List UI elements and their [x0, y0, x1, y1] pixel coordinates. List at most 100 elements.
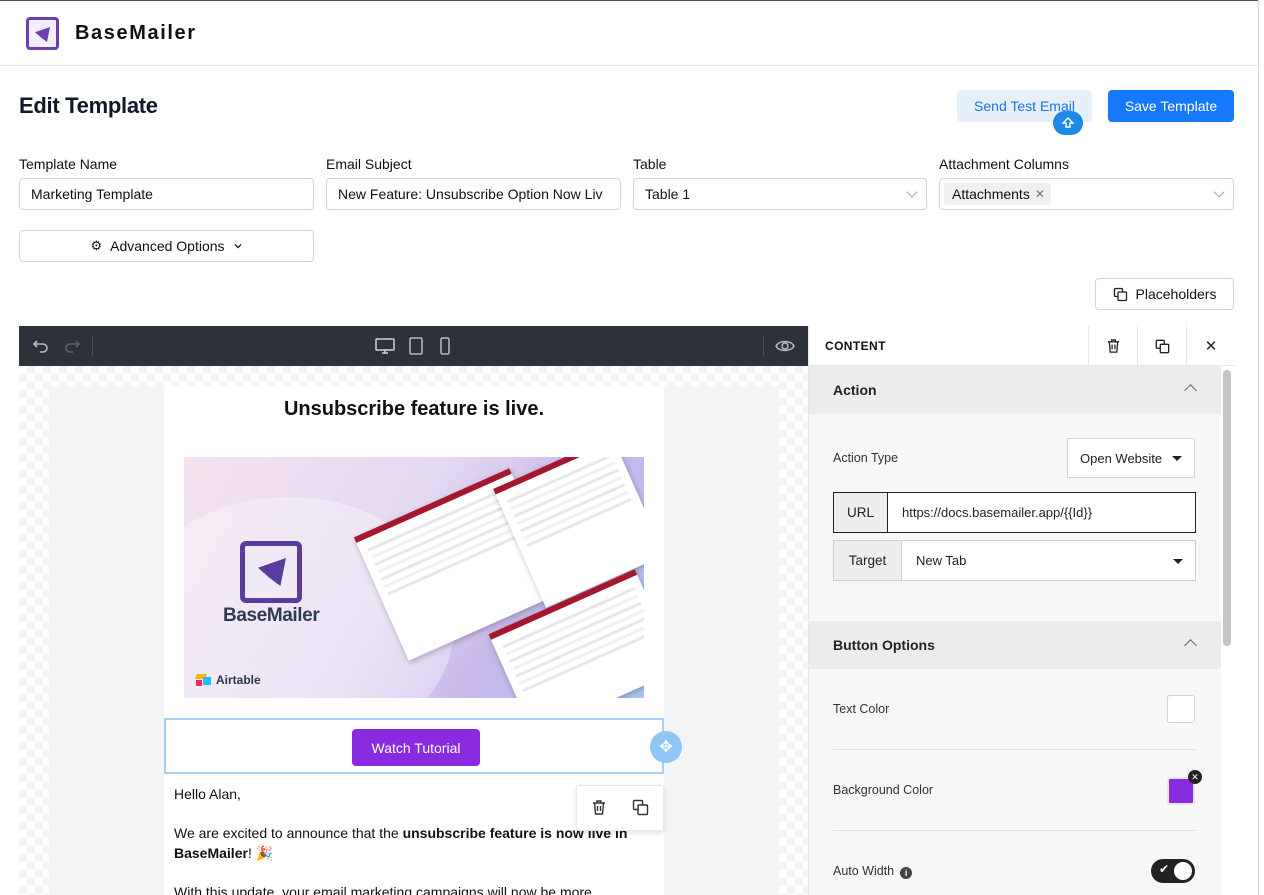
email-heading[interactable]: Unsubscribe feature is live.	[164, 398, 664, 421]
check-icon: ✔	[1159, 862, 1170, 876]
paragraph-text: We are excited to announce that the	[174, 825, 403, 841]
text-color-swatch[interactable]	[1167, 695, 1195, 723]
table-select[interactable]: Table 1	[633, 178, 927, 210]
panel-title: CONTENT	[825, 339, 886, 353]
chevron-down-icon	[234, 244, 242, 249]
button-options-title: Button Options	[833, 637, 935, 653]
page-title: Edit Template	[19, 93, 158, 118]
template-name-input[interactable]: Marketing Template	[19, 178, 314, 210]
email-paragraph[interactable]: We are excited to announce that the unsu…	[174, 823, 644, 863]
target-select[interactable]: New Tab	[902, 540, 1196, 581]
action-section-header[interactable]: Action	[809, 366, 1221, 414]
paper-plane-icon	[258, 558, 286, 586]
placeholders-button[interactable]: Placeholders	[1095, 278, 1234, 310]
url-input-group: URL https://docs.basemailer.app/{{Id}}	[833, 492, 1196, 533]
gear-icon: ⚙	[90, 238, 103, 253]
email-subject-label: Email Subject	[326, 156, 412, 172]
trash-icon[interactable]	[591, 799, 607, 816]
auto-width-text: Auto Width	[833, 864, 895, 878]
delete-block-button[interactable]	[1088, 326, 1137, 366]
toolbar-divider	[92, 336, 93, 356]
text-color-label: Text Color	[833, 702, 890, 716]
toolbar-divider	[763, 336, 764, 356]
chevron-down-icon	[906, 186, 918, 198]
top-bar: BaseMailer	[0, 0, 1264, 66]
auto-width-toggle[interactable]: ✔	[1151, 859, 1195, 883]
redo-icon[interactable]	[63, 337, 81, 355]
button-options-header[interactable]: Button Options	[809, 621, 1221, 669]
duplicate-icon[interactable]	[632, 799, 649, 816]
panel-header: CONTENT ✕	[809, 326, 1235, 366]
brand-name: BaseMailer	[75, 22, 197, 44]
move-icon[interactable]: ✥	[650, 731, 682, 763]
attachment-columns-select[interactable]: Attachments ✕	[939, 178, 1234, 210]
dropdown-arrow-icon	[1173, 558, 1183, 564]
panel-body: Action Action Type Open Website URL http…	[809, 366, 1221, 895]
paper-plane-icon	[35, 27, 50, 42]
editor-toolbar	[19, 326, 808, 366]
basemailer-logo	[240, 541, 302, 603]
action-type-value: Open Website	[1080, 450, 1163, 466]
table-label: Table	[633, 156, 667, 172]
app-logo[interactable]	[26, 17, 59, 50]
template-name-label: Template Name	[19, 156, 118, 172]
trash-icon	[1107, 339, 1119, 353]
chevron-up-icon	[1184, 639, 1197, 652]
background-color-swatch[interactable]: ✕	[1167, 770, 1202, 805]
action-section-title: Action	[833, 382, 877, 398]
email-greeting[interactable]: Hello Alan,	[174, 784, 644, 804]
airtable-icon	[195, 674, 212, 686]
action-type-select[interactable]: Open Website	[1067, 438, 1195, 478]
panel-scrollbar[interactable]	[1223, 370, 1231, 646]
save-template-button[interactable]: Save Template	[1108, 90, 1234, 122]
target-value: New Tab	[916, 553, 967, 568]
attachment-columns-label: Attachment Columns	[939, 156, 1069, 172]
table-select-value: Table 1	[645, 186, 691, 202]
target-input-group: Target New Tab	[833, 540, 1196, 581]
eye-icon[interactable]	[775, 337, 795, 355]
clear-color-icon[interactable]: ✕	[1188, 770, 1202, 784]
divider	[833, 830, 1196, 831]
chevron-up-icon	[1184, 384, 1197, 397]
airtable-logo: Airtable	[195, 673, 261, 687]
url-addon: URL	[833, 492, 888, 533]
toggle-knob	[1174, 862, 1192, 880]
attachment-chip-label: Attachments	[952, 186, 1030, 202]
placeholders-label: Placeholders	[1135, 286, 1217, 302]
auto-width-label: Auto Width i	[833, 864, 913, 879]
email-paragraph[interactable]: With this update, your email marketing c…	[174, 882, 644, 895]
hero-brand: BaseMailer	[223, 605, 320, 626]
advanced-options-button[interactable]: ⚙ Advanced Options	[19, 230, 314, 262]
close-icon[interactable]: ✕	[1035, 187, 1045, 201]
watch-tutorial-button[interactable]: Watch Tutorial	[352, 729, 480, 766]
chevron-down-icon	[1213, 186, 1225, 198]
mobile-icon[interactable]	[438, 337, 452, 355]
dropdown-arrow-icon	[1172, 456, 1182, 461]
properties-panel: CONTENT ✕ Action Action Type Open Websit…	[808, 326, 1235, 895]
info-icon[interactable]: i	[900, 867, 913, 879]
duplicate-block-button[interactable]	[1137, 326, 1186, 366]
button-block[interactable]: Watch Tutorial	[164, 718, 664, 774]
window-edge	[1258, 0, 1264, 895]
action-type-label: Action Type	[833, 451, 899, 465]
background-color-label: Background Color	[833, 783, 934, 797]
block-toolbar	[576, 785, 664, 831]
editor-canvas[interactable]: Unsubscribe feature is live. BaseMailer …	[19, 366, 808, 895]
undo-icon[interactable]	[32, 337, 50, 355]
upload-icon[interactable]	[1053, 111, 1083, 135]
target-addon: Target	[833, 540, 902, 581]
close-panel-button[interactable]: ✕	[1186, 326, 1235, 366]
hero-image[interactable]: BaseMailer Airtable	[184, 457, 644, 698]
attachment-chip[interactable]: Attachments ✕	[944, 183, 1051, 205]
url-input[interactable]: https://docs.basemailer.app/{{Id}}	[888, 492, 1196, 533]
email-subject-input[interactable]: New Feature: Unsubscribe Option Now Liv	[326, 178, 621, 210]
duplicate-icon	[1155, 339, 1169, 353]
divider	[833, 749, 1196, 750]
advanced-options-label: Advanced Options	[110, 238, 225, 254]
copy-icon	[1113, 287, 1127, 301]
desktop-icon[interactable]	[375, 337, 395, 355]
tablet-icon[interactable]	[408, 337, 424, 355]
close-icon: ✕	[1204, 338, 1218, 355]
airtable-label: Airtable	[216, 673, 261, 687]
paragraph-suffix: ! 🎉	[247, 845, 274, 861]
